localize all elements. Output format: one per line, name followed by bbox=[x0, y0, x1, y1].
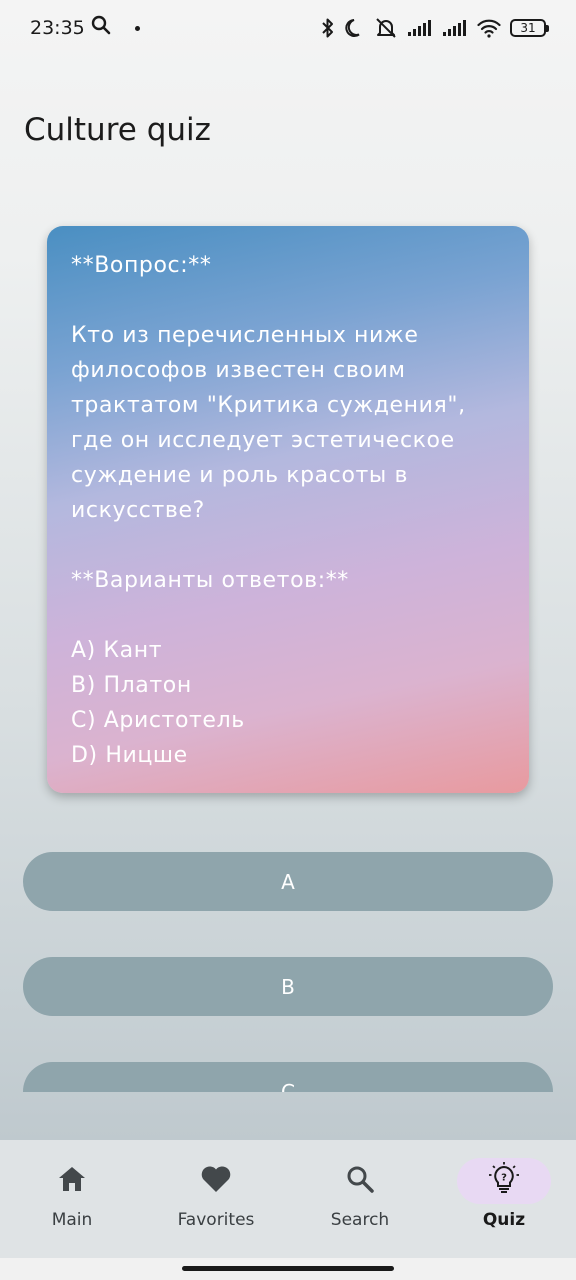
nav-label: Favorites bbox=[177, 1210, 255, 1230]
battery-icon: 31 bbox=[510, 19, 549, 37]
home-icon bbox=[57, 1165, 87, 1198]
answer-button-a[interactable]: A bbox=[23, 852, 553, 911]
signal-icon bbox=[442, 19, 468, 37]
answer-list: A B C bbox=[23, 852, 553, 1092]
answer-button-b[interactable]: B bbox=[23, 957, 553, 1016]
status-bar: 23:35 31 bbox=[0, 0, 576, 56]
answer-button-c[interactable]: C bbox=[23, 1062, 553, 1092]
wifi-icon bbox=[477, 18, 501, 38]
nav-label: Search bbox=[330, 1210, 390, 1230]
status-time: 23:35 bbox=[30, 17, 85, 39]
nav-icon-wrap bbox=[25, 1158, 119, 1204]
nav-label: Quiz bbox=[482, 1210, 526, 1230]
lightbulb-question-icon: ? bbox=[486, 1161, 522, 1202]
heart-icon bbox=[200, 1165, 232, 1198]
gesture-area bbox=[0, 1258, 576, 1280]
nav-item-search[interactable]: Search bbox=[288, 1140, 432, 1258]
bottom-nav: Main Favorites Search ? Quiz bbox=[0, 1140, 576, 1258]
bell-off-icon bbox=[374, 17, 398, 39]
status-left: 23:35 bbox=[30, 15, 140, 41]
nav-item-favorites[interactable]: Favorites bbox=[144, 1140, 288, 1258]
nav-icon-wrap bbox=[313, 1158, 407, 1204]
status-right: 31 bbox=[320, 17, 549, 39]
nav-icon-wrap bbox=[169, 1158, 263, 1204]
moon-icon bbox=[345, 18, 365, 38]
nav-item-quiz[interactable]: ? Quiz bbox=[432, 1140, 576, 1258]
nav-active-pill: ? bbox=[457, 1158, 551, 1204]
gesture-handle[interactable] bbox=[182, 1266, 394, 1271]
page-title: Culture quiz bbox=[24, 112, 211, 148]
question-card: **Вопрос:** Кто из перечисленных ниже фи… bbox=[47, 226, 529, 793]
nav-label: Main bbox=[51, 1210, 93, 1230]
search-icon bbox=[345, 1164, 375, 1199]
bluetooth-icon bbox=[320, 17, 336, 39]
search-icon bbox=[91, 15, 111, 41]
nav-item-main[interactable]: Main bbox=[0, 1140, 144, 1258]
svg-text:?: ? bbox=[501, 1172, 507, 1183]
signal-icon bbox=[407, 19, 433, 37]
notification-dot-icon bbox=[134, 25, 140, 31]
